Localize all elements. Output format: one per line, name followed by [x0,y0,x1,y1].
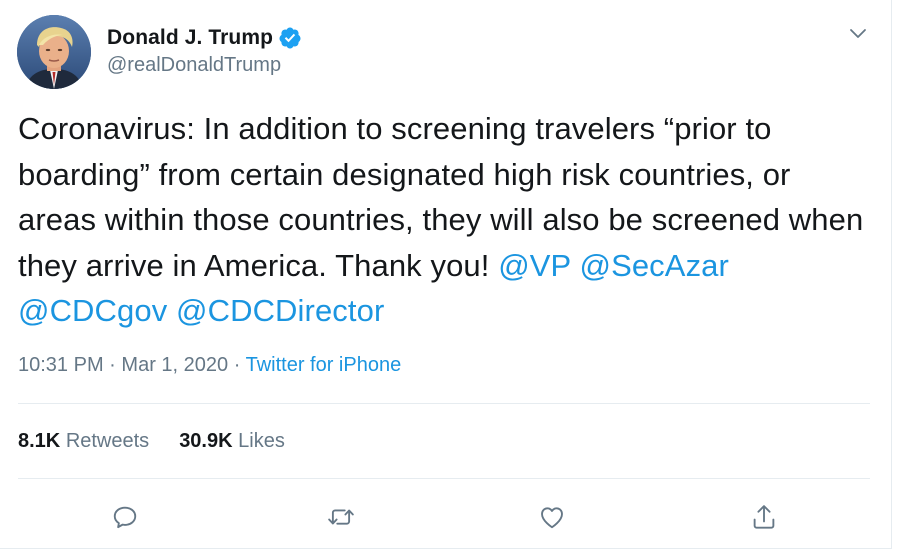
display-name[interactable]: Donald J. Trump [107,26,273,50]
mention-link[interactable]: @SecAzar [580,248,729,283]
tweet-time[interactable]: 10:31 PM [18,354,104,376]
mention-link[interactable]: @CDCDirector [176,293,384,328]
profile-photo-icon [17,15,91,89]
retweets-label: Retweets [65,430,150,452]
likes-stat[interactable]: 30.9K Likes [179,430,285,453]
author-handle[interactable]: @realDonaldTrump [107,54,281,77]
meta-separator: · [109,354,116,376]
retweets-count: 8.1K [18,430,61,452]
tweet-text: Coronavirus: In addition to screening tr… [18,106,868,334]
divider [18,403,870,404]
verified-badge-icon [278,26,302,50]
tweet-source-link[interactable]: Twitter for iPhone [246,354,402,376]
divider [18,478,870,479]
tweet-actions [0,500,892,534]
like-icon[interactable] [535,500,569,534]
meta-separator: · [233,354,241,376]
retweet-icon[interactable] [324,500,358,534]
tweet-body: Coronavirus: In addition to screening tr… [18,111,864,283]
retweets-stat[interactable]: 8.1K Retweets [18,430,149,453]
tweet-card: Donald J. Trump @realDonaldTrump Coronav… [0,0,892,549]
reply-icon[interactable] [108,500,142,534]
likes-label: Likes [238,430,285,452]
author-name-row: Donald J. Trump [107,24,302,52]
mention-link[interactable]: @CDCgov [18,293,167,328]
share-icon[interactable] [747,500,781,534]
chevron-down-icon[interactable] [846,24,870,44]
avatar[interactable] [17,15,91,89]
tweet-metadata: 10:31 PM · Mar 1, 2020 · Twitter for iPh… [18,354,401,377]
mention-link[interactable]: @VP [498,248,571,283]
likes-count: 30.9K [179,430,233,452]
tweet-date[interactable]: Mar 1, 2020 [121,354,228,376]
tweet-stats: 8.1K Retweets 30.9K Likes [18,430,315,453]
